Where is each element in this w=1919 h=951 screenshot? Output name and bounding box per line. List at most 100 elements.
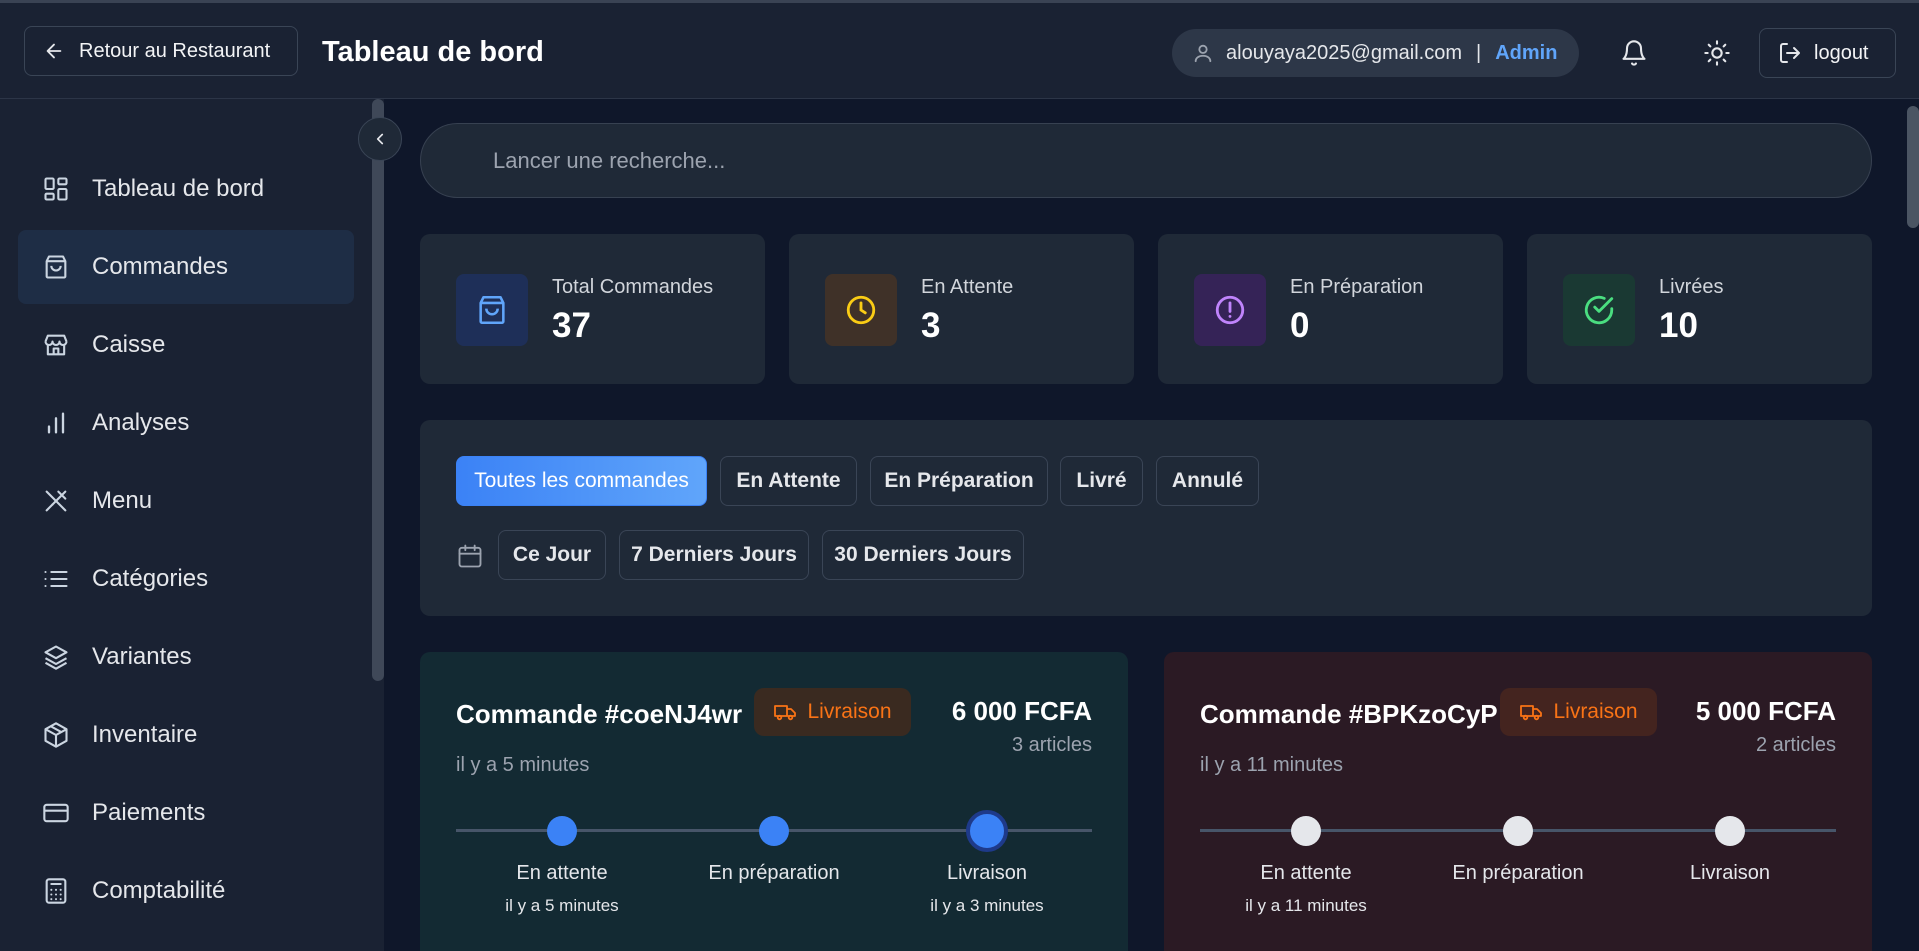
step-time: il y a 3 minutes [930, 896, 1044, 915]
step-label: En préparation [1452, 862, 1584, 884]
order-card[interactable]: Commande #coeNJ4wr Livraison 6 000 FCFA … [420, 652, 1128, 951]
filter-livre[interactable]: Livré [1060, 456, 1143, 506]
shopping-bag-icon [479, 295, 505, 325]
back-button-label: Retour au Restaurant [79, 39, 271, 62]
sidebar-item-label: Variantes [92, 643, 192, 670]
stat-card-en-preparation: En Préparation 0 [1158, 234, 1503, 384]
bell-icon [1622, 40, 1646, 66]
top-bar: Retour au Restaurant Tableau de bord alo… [0, 0, 1919, 99]
period-7-days[interactable]: 7 Derniers Jours [619, 530, 809, 580]
back-to-restaurant-button[interactable]: Retour au Restaurant [24, 26, 298, 76]
order-amount: 6 000 FCFA [951, 696, 1092, 726]
delivery-badge: Livraison [754, 688, 911, 736]
user-email: alouyaya2025@gmail.com [1226, 41, 1462, 64]
check-circle-icon [1584, 295, 1614, 325]
filters-panel: Toutes les commandes En Attente En Prépa… [420, 420, 1872, 616]
order-time: il y a 11 minutes [1200, 754, 1344, 776]
logout-icon [1780, 43, 1800, 63]
sidebar-item-commandes[interactable]: Commandes [18, 230, 354, 304]
sidebar-item-inventaire[interactable]: Inventaire [18, 698, 354, 772]
notifications-button[interactable] [1610, 29, 1658, 77]
stat-value: 10 [1659, 306, 1698, 345]
sidebar-item-tableau-de-bord[interactable]: Tableau de bord [18, 152, 354, 226]
badge-label: Livraison [807, 700, 892, 723]
stat-icon-box [1563, 274, 1635, 346]
step-label: Livraison [946, 862, 1028, 884]
list-icon [44, 570, 68, 588]
filter-en-attente[interactable]: En Attente [720, 456, 857, 506]
sidebar-nav: Tableau de bord Commandes Caisse Analyse… [18, 152, 354, 932]
dashboard-icon [44, 177, 68, 201]
stat-value: 37 [552, 306, 591, 345]
theme-toggle-button[interactable] [1693, 29, 1741, 77]
stat-card-total: Total Commandes 37 [420, 234, 765, 384]
user-separator: | [1476, 41, 1482, 64]
badge-label: Livraison [1553, 700, 1638, 723]
credit-card-icon [43, 803, 69, 823]
stat-label: Total Commandes [552, 276, 714, 298]
sidebar-item-label: Comptabilité [92, 877, 226, 904]
sidebar-scrollbar[interactable] [372, 99, 384, 681]
step-label: Livraison [1689, 862, 1771, 884]
sidebar-item-paiements[interactable]: Paiements [18, 776, 354, 850]
sidebar-item-label: Inventaire [92, 721, 198, 748]
sidebar-item-label: Analyses [92, 409, 190, 436]
collapse-sidebar-button[interactable] [358, 117, 402, 161]
store-icon [44, 334, 68, 356]
package-icon [44, 722, 68, 748]
logout-label: logout [1814, 41, 1869, 64]
user-icon [1194, 44, 1212, 63]
alert-circle-icon [1215, 295, 1245, 325]
sidebar-item-label: Catégories [92, 565, 209, 592]
step-time: il y a 5 minutes [505, 896, 619, 915]
stat-icon-box [825, 274, 897, 346]
stat-card-en-attente: En Attente 3 [789, 234, 1134, 384]
stat-label: Livrées [1659, 276, 1724, 298]
user-role: Admin [1495, 41, 1558, 64]
shopping-bag-icon [45, 255, 67, 279]
step-label: En préparation [708, 862, 840, 884]
arrow-left-icon [46, 43, 62, 59]
order-articles-count: 2 articles [1755, 734, 1836, 756]
sidebar-item-menu[interactable]: Menu [18, 464, 354, 538]
period-today[interactable]: Ce Jour [498, 530, 606, 580]
stat-card-livrees: Livrées 10 [1527, 234, 1872, 384]
truck-icon [1520, 705, 1543, 721]
sidebar-item-caisse[interactable]: Caisse [18, 308, 354, 382]
sidebar-item-label: Tableau de bord [92, 175, 265, 202]
step-label: En attente [516, 862, 608, 884]
clock-icon [846, 295, 876, 325]
search-input[interactable]: Lancer une recherche... [420, 123, 1872, 198]
step-dot-done [547, 816, 577, 846]
user-info-pill[interactable]: alouyaya2025@gmail.com | Admin [1172, 29, 1579, 77]
step-dot-pending [1715, 816, 1745, 846]
sidebar-item-analyses[interactable]: Analyses [18, 386, 354, 460]
layers-icon [44, 645, 68, 670]
stat-value: 0 [1290, 306, 1310, 345]
stat-icon-box [456, 274, 528, 346]
sidebar-item-categories[interactable]: Catégories [18, 542, 354, 616]
delivery-badge: Livraison [1500, 688, 1657, 736]
filter-all-orders[interactable]: Toutes les commandes [456, 456, 707, 506]
period-30-days[interactable]: 30 Derniers Jours [822, 530, 1024, 580]
order-card[interactable]: Commande #BPKzoCyP Livraison 5 000 FCFA … [1164, 652, 1872, 951]
sidebar-item-label: Menu [92, 487, 153, 514]
sidebar-item-label: Caisse [92, 331, 166, 358]
stat-label: En Préparation [1290, 276, 1424, 298]
sidebar-item-label: Paiements [92, 799, 206, 826]
calendar-icon [456, 542, 484, 575]
order-time: il y a 5 minutes [456, 754, 590, 776]
stat-icon-box [1194, 274, 1266, 346]
step-label: En attente [1260, 862, 1352, 884]
filter-en-preparation[interactable]: En Préparation [870, 456, 1048, 506]
step-dot-pending [1291, 816, 1321, 846]
step-dot-pending [1503, 816, 1533, 846]
bar-chart-icon [47, 412, 65, 434]
logout-button[interactable]: logout [1759, 28, 1896, 78]
sidebar-item-variantes[interactable]: Variantes [18, 620, 354, 694]
truck-icon [774, 705, 797, 721]
main-scrollbar[interactable] [1907, 106, 1919, 228]
sidebar-item-comptabilite[interactable]: Comptabilité [18, 854, 354, 928]
filter-annule[interactable]: Annulé [1156, 456, 1259, 506]
stat-label: En Attente [921, 276, 1014, 298]
